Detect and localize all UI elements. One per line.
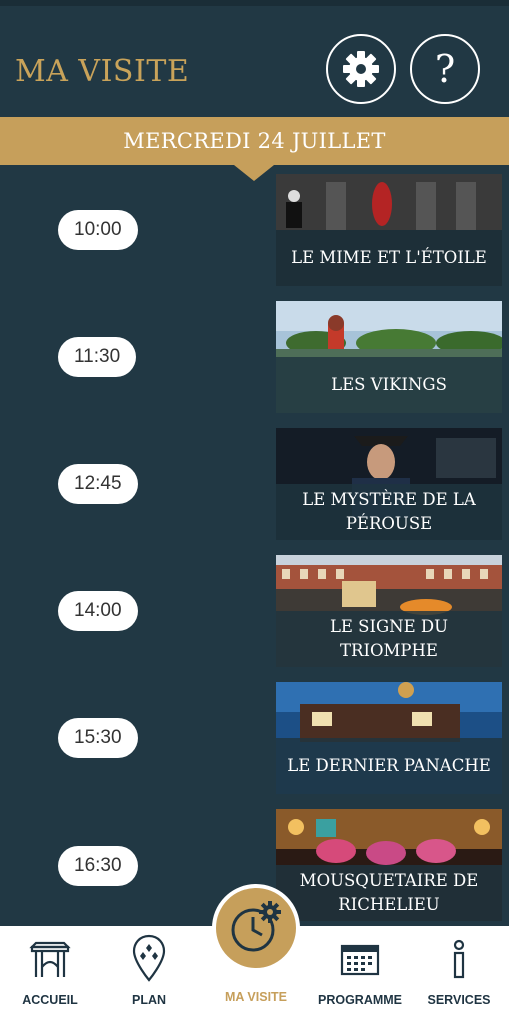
nav-map-label: PLAN [131,993,167,1007]
monument-icon [29,941,71,977]
nav-visit-label: MA VISITE [224,990,288,1004]
nav-program[interactable]: PROGRAMME [310,926,410,1024]
clock-gear-icon [231,901,281,952]
show-title: LE MIME ET L'ÉTOILE [291,248,487,267]
show-title-bar: LES VIKINGS [276,357,502,413]
show-title: MOUSQUETAIRE DE RICHELIEU [299,871,479,914]
show-card[interactable]: MOUSQUETAIRE DE RICHELIEU [276,809,502,921]
show-title-bar: MOUSQUETAIRE DE RICHELIEU [276,865,502,921]
time-badge: 16:30 [58,846,138,886]
time-badge: 14:00 [58,591,138,631]
show-card[interactable]: LES VIKINGS [276,301,502,413]
info-icon [453,939,465,979]
show-title-bar: LE DERNIER PANACHE [276,738,502,794]
nav-home[interactable]: ACCUEIL [0,926,100,1024]
show-card[interactable]: LE DERNIER PANACHE [276,682,502,794]
show-title: LES VIKINGS [331,375,447,394]
time-badge: 10:00 [58,210,138,250]
show-card[interactable]: LE MIME ET L'ÉTOILE [276,174,502,286]
nav-visit-button[interactable] [212,884,300,972]
show-title: LE SIGNE DU TRIOMPHE [329,617,449,660]
time-badge: 11:30 [58,337,137,377]
time-badge: 12:45 [58,464,138,504]
show-title-bar: LE MIME ET L'ÉTOILE [276,230,502,286]
map-pin-icon [132,934,166,982]
show-title-bar: LE MYSTÈRE DE LA PÉROUSE [276,484,502,540]
calendar-icon [340,944,380,976]
show-card[interactable]: LE SIGNE DU TRIOMPHE [276,555,502,667]
show-title-bar: LE SIGNE DU TRIOMPHE [276,611,502,667]
schedule-list: 10:00 LE MIME ET L'ÉTOILE 11:30 LES VIKI… [0,0,509,1024]
nav-services[interactable]: SERVICES [409,926,509,1024]
nav-program-label: PROGRAMME [317,993,403,1007]
time-badge: 15:30 [58,718,138,758]
show-title: LE MYSTÈRE DE LA PÉROUSE [302,490,476,533]
nav-map[interactable]: PLAN [99,926,199,1024]
nav-services-label: SERVICES [427,993,491,1007]
show-card[interactable]: LE MYSTÈRE DE LA PÉROUSE [276,428,502,540]
show-title: LE DERNIER PANACHE [287,756,491,775]
nav-home-label: ACCUEIL [22,993,78,1007]
